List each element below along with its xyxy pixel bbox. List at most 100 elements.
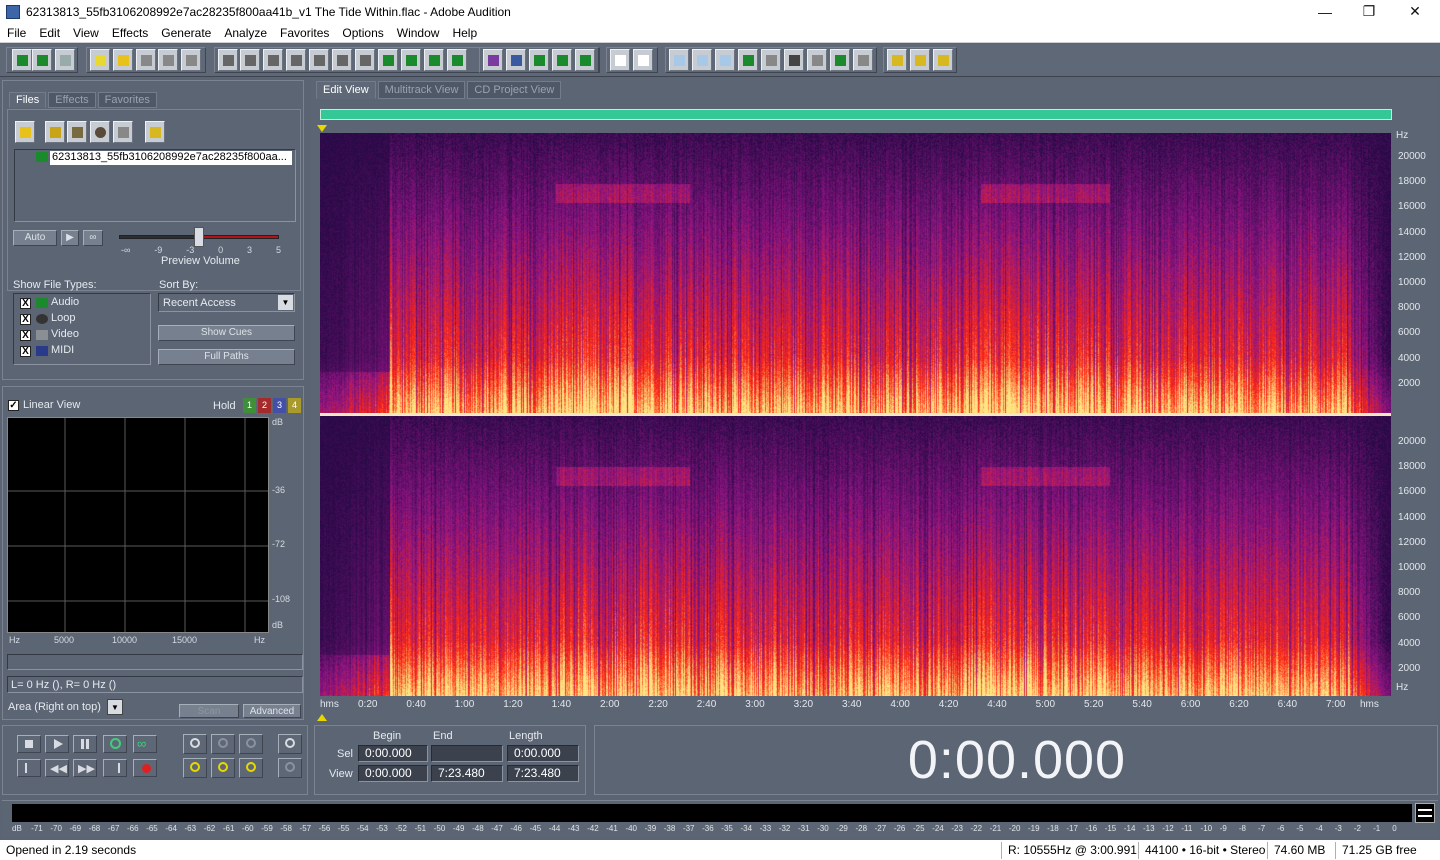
- zoom-out-vertical-button[interactable]: [278, 758, 302, 778]
- loop-checkbox[interactable]: X: [20, 314, 31, 325]
- stop-button[interactable]: [17, 735, 41, 753]
- start-marker-icon[interactable]: [317, 125, 327, 132]
- show-file-types-label: Show File Types:: [13, 279, 97, 291]
- zoom-full-button[interactable]: [239, 734, 263, 754]
- audio-checkbox[interactable]: X: [20, 298, 31, 309]
- sel-begin-field[interactable]: 0:00.000: [358, 745, 428, 762]
- zoom-to-right-edge-button[interactable]: [239, 758, 263, 778]
- zoom-in-vertical-button[interactable]: [278, 734, 302, 754]
- minimize-button[interactable]: —: [1302, 0, 1348, 23]
- midi-checkbox[interactable]: X: [20, 346, 31, 357]
- play-file-button[interactable]: [90, 121, 110, 143]
- hz-label-5000: 5000: [54, 635, 75, 645]
- menu-analyze[interactable]: Analyze: [217, 26, 273, 40]
- title-bar: 62313813_55fb3106208992e7ac28235f800aa41…: [0, 0, 1440, 23]
- freq-tick-12000: 12000: [1398, 251, 1426, 263]
- db-label-72: -72: [272, 539, 286, 549]
- meter-tick: -6: [1277, 824, 1285, 833]
- freq-tick-16000: 16000: [1398, 201, 1426, 213]
- full-paths-button[interactable]: Full Paths: [158, 349, 295, 365]
- meter-tick: -38: [663, 824, 676, 833]
- fast-forward-button[interactable]: ▶▶: [73, 759, 97, 777]
- zoom-out-horizontal-button[interactable]: [211, 734, 235, 754]
- menu-view[interactable]: View: [66, 26, 105, 40]
- hold-button-4[interactable]: 4: [288, 398, 301, 413]
- hold-button-1[interactable]: 1: [243, 398, 256, 413]
- view-begin-field[interactable]: 0:00.000: [358, 765, 428, 782]
- menu-file[interactable]: File: [0, 26, 32, 40]
- menu-edit[interactable]: Edit: [32, 26, 66, 40]
- meter-tick: -51: [414, 824, 427, 833]
- file-list-item[interactable]: 62313813_55fb3106208992e7ac28235f800aa..…: [50, 151, 292, 165]
- zoom-to-selection-button[interactable]: [183, 758, 207, 778]
- meter-tick: -55: [337, 824, 350, 833]
- sel-end-field[interactable]: [431, 745, 503, 762]
- menu-window[interactable]: Window: [390, 26, 446, 40]
- menu-help[interactable]: Help: [445, 26, 483, 40]
- open-file-button[interactable]: [15, 121, 35, 143]
- area-mode-dropdown[interactable]: ▼: [107, 699, 123, 715]
- time-ruler[interactable]: hms 0:20 0:40 1:00 1:20 1:40 2:00 2:20 2:40 3:00 3…: [320, 697, 1391, 713]
- meter-tick: -58: [280, 824, 292, 833]
- loop-play-button[interactable]: ∞: [133, 735, 157, 753]
- view-length-field[interactable]: 7:23.480: [507, 765, 579, 782]
- auto-play-button[interactable]: Auto: [13, 230, 57, 246]
- menu-options[interactable]: Options: [335, 26, 389, 40]
- linear-view-checkbox[interactable]: ✓: [8, 400, 19, 411]
- sort-by-dropdown[interactable]: Recent Access ▼: [158, 293, 295, 312]
- preview-play-button[interactable]: ▶: [61, 230, 79, 246]
- play-button[interactable]: [45, 735, 69, 753]
- meter-tick: -15: [1104, 824, 1117, 833]
- window-title: 62313813_55fb3106208992e7ac28235f800aa41…: [26, 4, 511, 19]
- hold-button-3[interactable]: 3: [273, 398, 286, 413]
- zoom-in-horizontal-button[interactable]: [183, 734, 207, 754]
- organizer-panel: Files Effects Favorites 62313813_55fb310…: [2, 80, 304, 380]
- hz-label-right: Hz: [254, 635, 265, 645]
- show-cues-button[interactable]: Show Cues: [158, 325, 295, 341]
- zoom-to-left-edge-button[interactable]: [211, 758, 235, 778]
- pause-button[interactable]: [73, 735, 97, 753]
- meter-tick: -43: [567, 824, 580, 833]
- end-marker-icon[interactable]: [317, 714, 327, 721]
- level-meter-bar: [12, 804, 1412, 822]
- hold-button-2[interactable]: 2: [258, 398, 271, 413]
- status-file-size: 74.60 MB: [1267, 842, 1331, 859]
- menu-generate[interactable]: Generate: [154, 26, 217, 40]
- meter-tick: -52: [395, 824, 407, 833]
- midi-type-label: MIDI: [51, 344, 75, 356]
- preview-volume-slider[interactable]: [194, 227, 204, 247]
- spectrogram-left-channel[interactable]: [320, 133, 1391, 413]
- import-file-button[interactable]: [45, 121, 65, 143]
- close-button[interactable]: ✕: [1392, 0, 1438, 23]
- meter-tick: -68: [88, 824, 101, 833]
- menu-favorites[interactable]: Favorites: [273, 26, 335, 40]
- frequency-graph[interactable]: [7, 417, 269, 633]
- hz-label-10000: 10000: [112, 635, 138, 645]
- menu-effects[interactable]: Effects: [105, 26, 154, 40]
- advanced-button[interactable]: Advanced: [243, 704, 301, 718]
- insert-file-button[interactable]: [113, 121, 133, 143]
- overview-bar[interactable]: [320, 109, 1392, 120]
- play-to-end-button[interactable]: [103, 735, 127, 753]
- meter-tick: dB: [12, 824, 22, 833]
- tab-multitrack-view[interactable]: Multitrack View: [377, 81, 466, 99]
- go-to-end-button[interactable]: [103, 759, 127, 777]
- sel-length-field[interactable]: 0:00.000: [507, 745, 579, 762]
- go-to-start-button[interactable]: [17, 759, 41, 777]
- tab-favorites[interactable]: Favorites: [97, 92, 157, 108]
- preview-loop-button[interactable]: ∞: [83, 230, 103, 246]
- rewind-button[interactable]: ◀◀: [45, 759, 69, 777]
- record-button[interactable]: [133, 759, 157, 777]
- tab-cd-project-view[interactable]: CD Project View: [467, 81, 562, 99]
- midi-type-icon: [36, 346, 48, 356]
- file-options-button[interactable]: [145, 121, 165, 143]
- scan-button[interactable]: Scan: [179, 704, 239, 718]
- video-checkbox[interactable]: X: [20, 330, 31, 341]
- spectrogram-right-channel[interactable]: [320, 416, 1391, 696]
- tab-files[interactable]: Files: [9, 92, 47, 108]
- view-end-field[interactable]: 7:23.480: [431, 765, 503, 782]
- tab-effects[interactable]: Effects: [48, 92, 96, 108]
- tab-edit-view[interactable]: Edit View: [316, 81, 376, 99]
- close-file-button[interactable]: [67, 121, 87, 143]
- maximize-button[interactable]: ❐: [1346, 0, 1392, 23]
